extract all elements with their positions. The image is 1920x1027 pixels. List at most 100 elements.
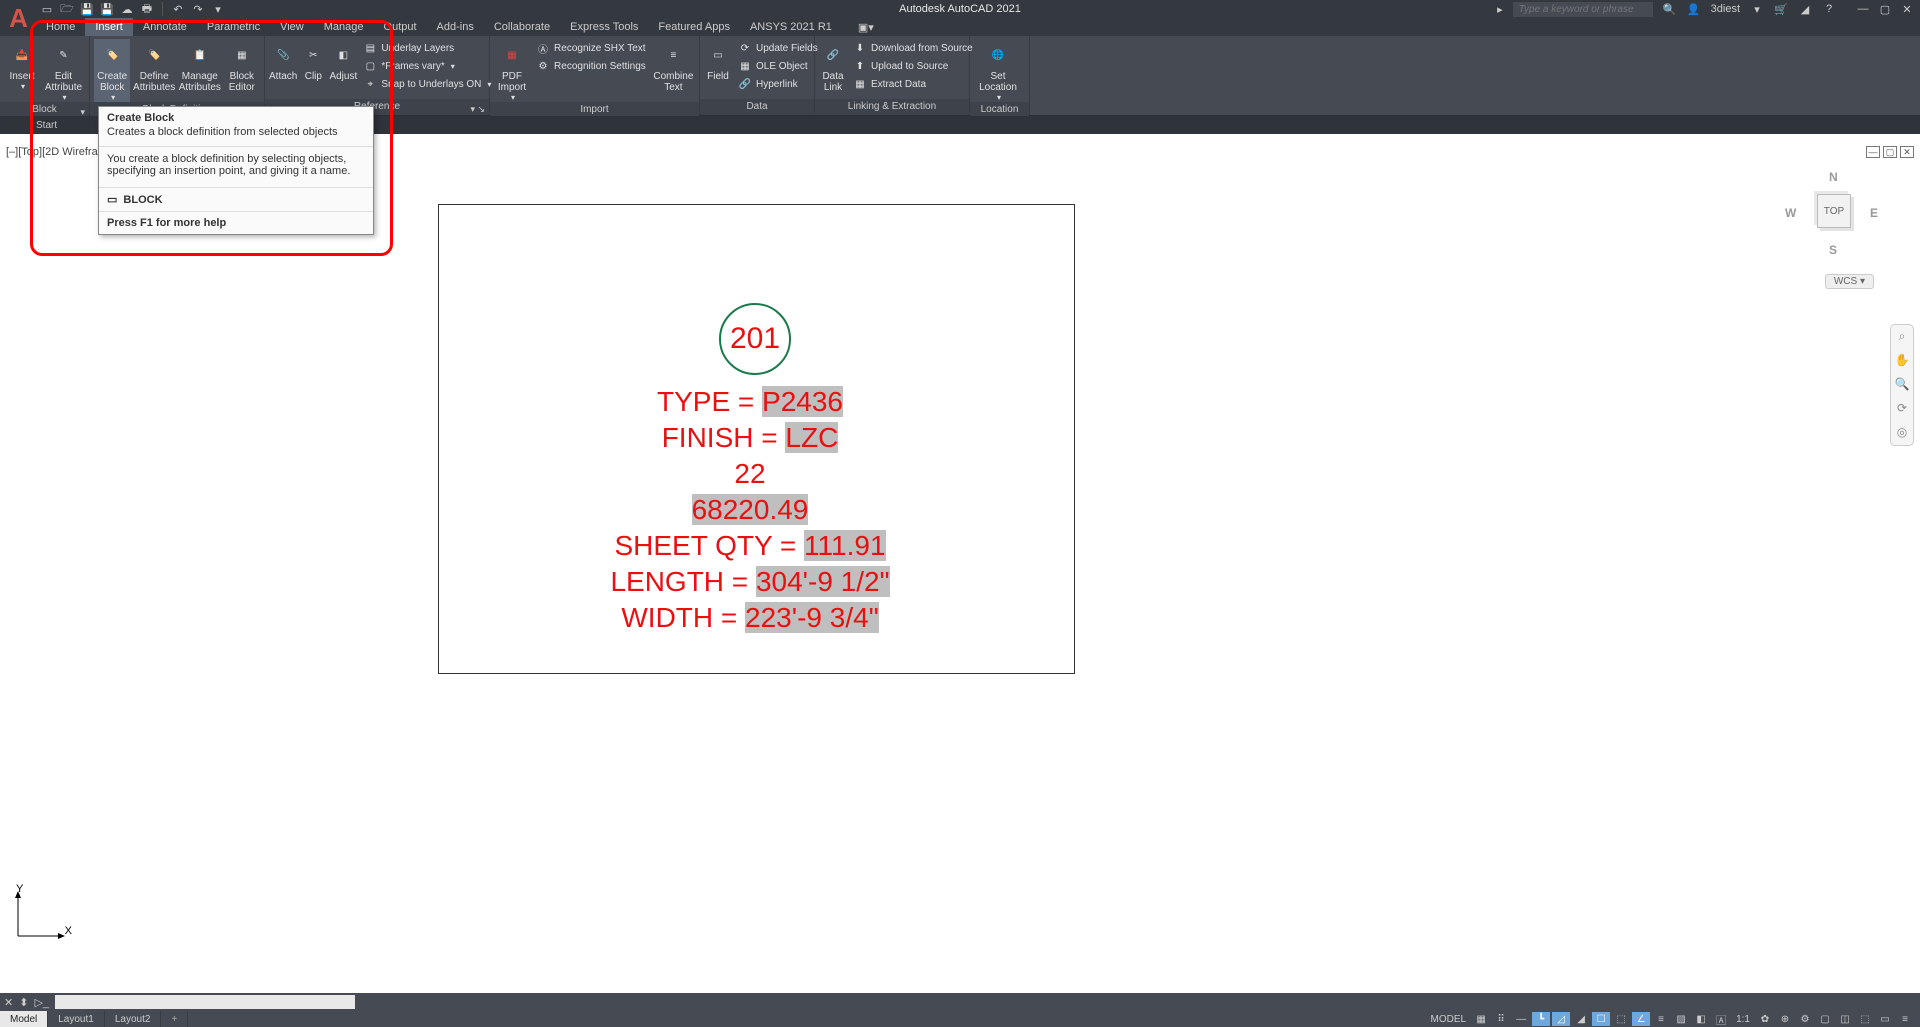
status-osnap-icon[interactable]: ☐ — [1592, 1012, 1610, 1026]
status-clean-icon[interactable]: ▭ — [1876, 1012, 1894, 1026]
plot-icon[interactable]: 🖶 — [140, 2, 154, 16]
tab-featured[interactable]: Featured Apps — [648, 18, 740, 36]
close-icon[interactable]: ✕ — [1900, 2, 1914, 16]
status-lineweight-icon[interactable]: ≡ — [1652, 1012, 1670, 1026]
app-switcher-icon[interactable]: ◢ — [1798, 2, 1812, 16]
tab-insert[interactable]: Insert — [85, 18, 133, 36]
file-tab-start[interactable]: Start — [36, 120, 57, 131]
status-annoscale-icon[interactable]: 🄰 — [1712, 1012, 1730, 1026]
tab-express[interactable]: Express Tools — [560, 18, 648, 36]
vp-min-icon[interactable]: — — [1866, 146, 1880, 158]
saveas-icon[interactable]: 💾 — [100, 2, 114, 16]
search-input[interactable] — [1513, 2, 1653, 17]
redo-icon[interactable]: ↷ — [191, 2, 205, 16]
update-fields-button[interactable]: ⟳Update Fields — [734, 39, 822, 57]
status-infer-icon[interactable]: — — [1512, 1012, 1530, 1026]
status-iso-icon[interactable]: ◢ — [1572, 1012, 1590, 1026]
field-button[interactable]: ▭ Field — [704, 39, 732, 82]
save-icon[interactable]: 💾 — [80, 2, 94, 16]
extract-data-button[interactable]: ▦Extract Data — [849, 75, 977, 93]
viewcube-east[interactable]: E — [1870, 206, 1878, 220]
status-workspace-icon[interactable]: ⚙ — [1796, 1012, 1814, 1026]
hyperlink-button[interactable]: 🔗Hyperlink — [734, 75, 822, 93]
status-transparency-icon[interactable]: ▨ — [1672, 1012, 1690, 1026]
nav-pan-icon[interactable]: ✋ — [1894, 353, 1910, 369]
block-editor-button[interactable]: ▦ Block Editor — [224, 39, 260, 93]
wcs-badge[interactable]: WCS ▾ — [1825, 274, 1874, 289]
panel-data[interactable]: Data — [700, 99, 814, 115]
status-ortho-icon[interactable]: ┗ — [1532, 1012, 1550, 1026]
status-monitor-icon[interactable]: ▢ — [1816, 1012, 1834, 1026]
tab-overflow-icon[interactable]: ▣▾ — [848, 18, 884, 36]
attach-button[interactable]: 📎 Attach — [269, 39, 297, 82]
tab-layout2[interactable]: Layout2 — [105, 1011, 162, 1027]
tab-addins[interactable]: Add-ins — [427, 18, 484, 36]
manage-attributes-button[interactable]: 📋 Manage Attributes — [178, 39, 222, 93]
status-otrack-icon[interactable]: ∠ — [1632, 1012, 1650, 1026]
minimize-icon[interactable]: — — [1856, 2, 1870, 16]
tab-add-layout[interactable]: + — [161, 1011, 188, 1027]
insert-button[interactable]: 📥 Insert ▾ — [4, 39, 40, 91]
tab-annotate[interactable]: Annotate — [133, 18, 197, 36]
tab-ansys[interactable]: ANSYS 2021 R1 — [740, 18, 842, 36]
combine-text-button[interactable]: ≡ Combine Text — [652, 39, 695, 93]
pdf-import-button[interactable]: ▦ PDF Import ▾ — [494, 39, 530, 102]
viewcube-north[interactable]: N — [1829, 170, 1838, 184]
tab-collaborate[interactable]: Collaborate — [484, 18, 560, 36]
define-attributes-button[interactable]: 🏷️ Define Attributes — [132, 39, 176, 93]
attribute-text-block[interactable]: TYPE = P2436 FINISH = LZC 22 68220.49 SH… — [0, 384, 1500, 636]
underlay-layers-button[interactable]: ▤Underlay Layers — [359, 39, 495, 57]
viewcube[interactable]: N E S W TOP — [1785, 164, 1880, 259]
balloon-circle[interactable]: 201 — [719, 303, 791, 375]
upload-source-button[interactable]: ⬆Upload to Source — [849, 57, 977, 75]
cmdline-close-icon[interactable]: ✕ — [4, 996, 13, 1009]
clip-button[interactable]: ✂ Clip — [299, 39, 327, 82]
status-custom-icon[interactable]: ≡ — [1896, 1012, 1914, 1026]
app-logo[interactable]: A — [2, 0, 35, 34]
viewcube-south[interactable]: S — [1829, 243, 1837, 257]
create-block-button[interactable]: 🏷️ Create Block ▾ — [94, 39, 130, 102]
status-annotation-icon[interactable]: ⊕ — [1776, 1012, 1794, 1026]
cmdline-handle-icon[interactable]: ⬍ — [19, 996, 28, 1009]
tab-layout1[interactable]: Layout1 — [48, 1011, 105, 1027]
nav-orbit-icon[interactable]: ⟳ — [1894, 401, 1910, 417]
tab-view[interactable]: View — [270, 18, 314, 36]
nav-zoom-icon[interactable]: 🔍 — [1894, 377, 1910, 393]
undo-icon[interactable]: ↶ — [171, 2, 185, 16]
new-icon[interactable]: ▭ — [40, 2, 54, 16]
drawing-area[interactable]: [–][Top][2D Wireframe] — ▢ ✕ N E S W TOP… — [0, 134, 1920, 993]
search-icon[interactable]: 🔍 — [1663, 2, 1677, 16]
status-3dosnap-icon[interactable]: ⬚ — [1612, 1012, 1630, 1026]
status-snap-icon[interactable]: ⠿ — [1492, 1012, 1510, 1026]
tab-home[interactable]: Home — [36, 18, 85, 36]
data-link-button[interactable]: 🔗 Data Link — [819, 39, 847, 93]
user-name[interactable]: 3diest — [1711, 3, 1740, 15]
qat-dropdown-icon[interactable]: ▾ — [211, 2, 225, 16]
open-icon[interactable]: 🗁 — [60, 2, 74, 16]
vp-close-icon[interactable]: ✕ — [1900, 146, 1914, 158]
status-polar-icon[interactable]: ◿ — [1552, 1012, 1570, 1026]
ucs-icon[interactable]: Y X — [12, 883, 72, 943]
recognition-settings-button[interactable]: ⚙Recognition Settings — [532, 57, 650, 75]
status-cycling-icon[interactable]: ◧ — [1692, 1012, 1710, 1026]
web-icon[interactable]: ☁ — [120, 2, 134, 16]
recognize-shx-button[interactable]: ⒶRecognize SHX Text — [532, 39, 650, 57]
status-hardware-icon[interactable]: ⬚ — [1856, 1012, 1874, 1026]
vp-max-icon[interactable]: ▢ — [1883, 146, 1897, 158]
adjust-button[interactable]: ◧ Adjust — [329, 39, 357, 82]
ole-object-button[interactable]: ▦OLE Object — [734, 57, 822, 75]
maximize-icon[interactable]: ▢ — [1878, 2, 1892, 16]
tab-parametric[interactable]: Parametric — [197, 18, 270, 36]
set-location-button[interactable]: 🌐 Set Location ▾ — [974, 39, 1022, 102]
frames-vary-button[interactable]: ▢*Frames vary*▾ — [359, 57, 495, 75]
status-isolate-icon[interactable]: ◫ — [1836, 1012, 1854, 1026]
command-input[interactable] — [55, 995, 355, 1009]
viewcube-west[interactable]: W — [1785, 206, 1796, 220]
status-grid-icon[interactable]: ▦ — [1472, 1012, 1490, 1026]
download-source-button[interactable]: ⬇Download from Source — [849, 39, 977, 57]
tab-manage[interactable]: Manage — [314, 18, 374, 36]
edit-attribute-button[interactable]: ✎ Edit Attribute ▾ — [42, 39, 85, 102]
panel-linking[interactable]: Linking & Extraction — [815, 99, 969, 115]
user-icon[interactable]: 👤 — [1687, 2, 1701, 16]
user-dropdown-icon[interactable]: ▾ — [1750, 2, 1764, 16]
